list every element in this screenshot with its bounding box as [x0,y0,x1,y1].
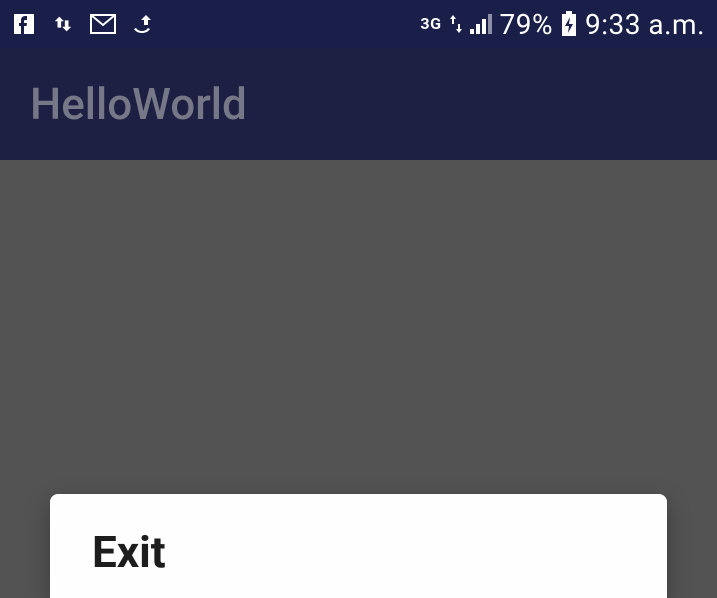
data-arrows-icon [450,15,462,33]
dialog-title: Exit [92,526,625,578]
sync-icon [52,13,74,35]
status-right: 3G 79% 9:33 a.m. [420,8,705,41]
gmail-icon [90,14,116,34]
status-left-icons [12,12,156,36]
status-bar: 3G 79% 9:33 a.m. [0,0,717,48]
upload-icon [132,13,156,35]
battery-charging-icon [561,11,577,37]
network-type: 3G [420,16,441,32]
facebook-icon [12,12,36,36]
clock-time: 9:33 a.m. [585,8,705,41]
battery-percent: 79% [500,8,553,41]
exit-dialog: Exit [50,494,667,598]
signal-icon [470,14,492,34]
